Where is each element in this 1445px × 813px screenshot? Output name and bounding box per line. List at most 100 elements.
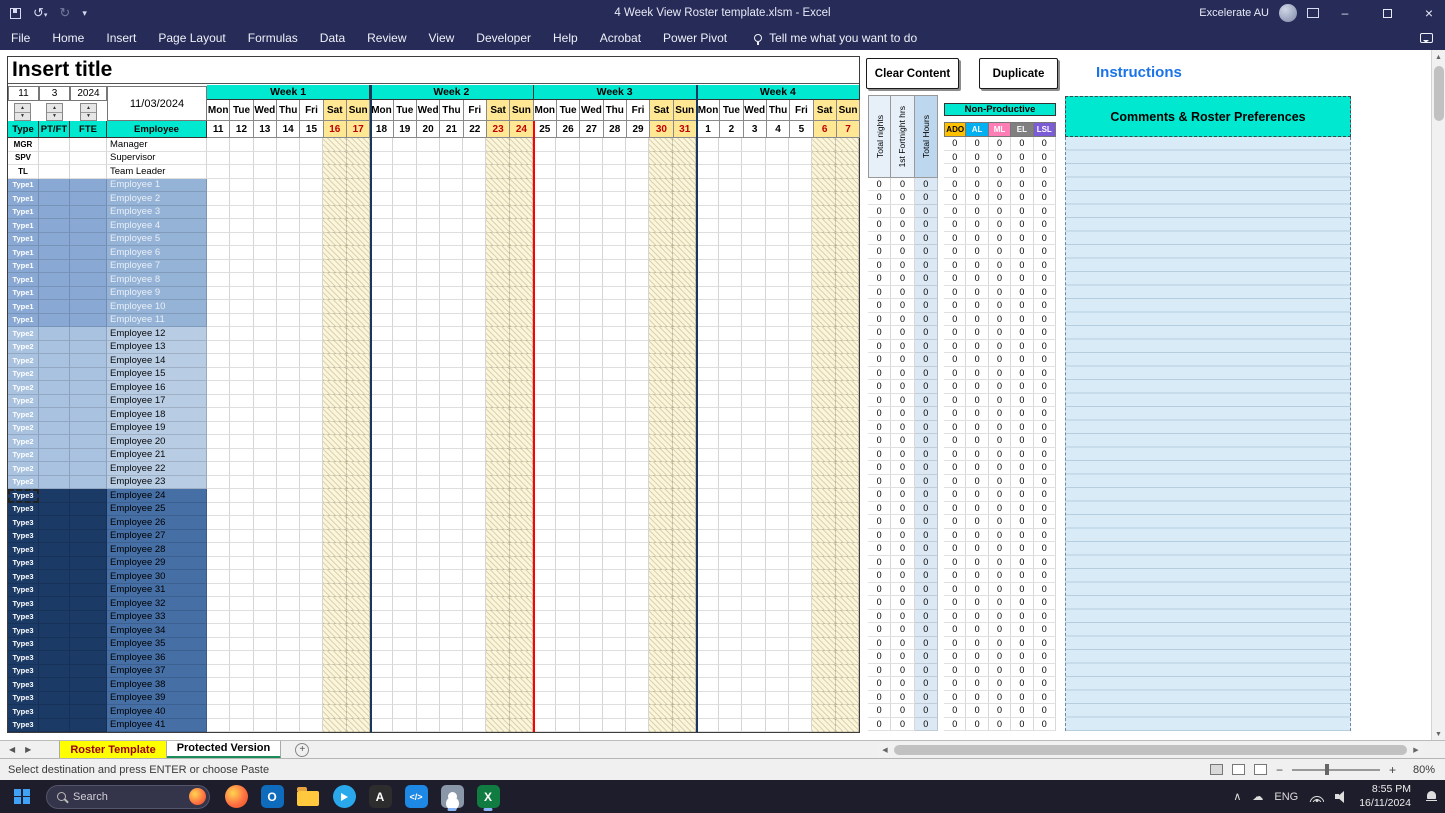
leave-value-lsl[interactable]: 0 <box>1034 596 1056 610</box>
shift-cell[interactable] <box>836 719 859 733</box>
shift-cell[interactable] <box>673 705 696 719</box>
employee-name-cell[interactable]: Employee 23 <box>107 476 207 490</box>
employee-name-cell[interactable]: Employee 18 <box>107 408 207 422</box>
shift-cell[interactable] <box>277 489 300 503</box>
shift-cell[interactable] <box>696 368 719 382</box>
shift-cell[interactable] <box>580 584 603 598</box>
shift-cell[interactable] <box>440 314 463 328</box>
shift-cell[interactable] <box>207 368 230 382</box>
fte-cell[interactable] <box>70 341 107 355</box>
shift-cell[interactable] <box>556 395 579 409</box>
type-cell[interactable]: Type1 <box>8 192 39 206</box>
shift-cell[interactable] <box>347 611 370 625</box>
leave-value-lsl[interactable]: 0 <box>1034 326 1056 340</box>
shift-cell[interactable] <box>836 368 859 382</box>
fte-cell[interactable] <box>70 368 107 382</box>
leave-value-lsl[interactable]: 0 <box>1034 367 1056 381</box>
shift-cell[interactable] <box>417 314 440 328</box>
shift-cell[interactable] <box>533 651 556 665</box>
shift-cell[interactable] <box>603 705 626 719</box>
shift-cell[interactable] <box>300 570 323 584</box>
shift-cell[interactable] <box>789 476 812 490</box>
shift-cell[interactable] <box>207 354 230 368</box>
shift-cell[interactable] <box>719 354 742 368</box>
shift-cell[interactable] <box>230 300 253 314</box>
shift-cell[interactable] <box>277 705 300 719</box>
shift-cell[interactable] <box>277 219 300 233</box>
shift-cell[interactable] <box>673 557 696 571</box>
employee-name-cell[interactable]: Employee 20 <box>107 435 207 449</box>
shift-cell[interactable] <box>789 462 812 476</box>
leave-value-al[interactable]: 0 <box>966 718 988 732</box>
shift-cell[interactable] <box>766 327 789 341</box>
leave-value-ado[interactable]: 0 <box>944 583 966 597</box>
shift-cell[interactable] <box>347 557 370 571</box>
shift-cell[interactable] <box>254 192 277 206</box>
shift-cell[interactable] <box>486 476 509 490</box>
shift-cell[interactable] <box>510 192 533 206</box>
shift-cell[interactable] <box>300 597 323 611</box>
day-name-cell[interactable]: Thu <box>604 100 627 121</box>
leave-value-el[interactable]: 0 <box>1011 164 1033 178</box>
shift-cell[interactable] <box>300 165 323 179</box>
employee-name-cell[interactable]: Employee 21 <box>107 449 207 463</box>
shift-cell[interactable] <box>347 435 370 449</box>
shift-cell[interactable] <box>603 381 626 395</box>
shift-cell[interactable] <box>556 624 579 638</box>
shift-cell[interactable] <box>812 638 835 652</box>
employee-name-cell[interactable]: Employee 14 <box>107 354 207 368</box>
shift-cell[interactable] <box>673 192 696 206</box>
ptft-cell[interactable] <box>39 408 70 422</box>
shift-cell[interactable] <box>533 557 556 571</box>
shift-cell[interactable] <box>533 611 556 625</box>
shift-cell[interactable] <box>463 408 486 422</box>
first-fortnight-value[interactable]: 0 <box>891 610 914 624</box>
shift-cell[interactable] <box>300 435 323 449</box>
shift-cell[interactable] <box>510 300 533 314</box>
sheet-nav-right-icon[interactable]: ▶ <box>25 745 31 754</box>
fte-cell[interactable] <box>70 611 107 625</box>
shift-cell[interactable] <box>696 570 719 584</box>
total-nights-value[interactable]: 0 <box>868 340 891 354</box>
day-name-cell[interactable]: Sun <box>510 100 533 121</box>
shift-cell[interactable] <box>626 354 649 368</box>
fte-cell[interactable] <box>70 354 107 368</box>
leave-value-al[interactable]: 0 <box>966 677 988 691</box>
type-cell[interactable]: Type3 <box>8 651 39 665</box>
total-nights-value[interactable]: 0 <box>868 596 891 610</box>
zoom-level[interactable]: 80% <box>1405 764 1435 776</box>
shift-cell[interactable] <box>300 449 323 463</box>
shift-cell[interactable] <box>556 516 579 530</box>
first-fortnight-value[interactable]: 0 <box>891 650 914 664</box>
fte-cell[interactable] <box>70 138 107 152</box>
shift-cell[interactable] <box>649 597 672 611</box>
employee-name-cell[interactable]: Employee 4 <box>107 219 207 233</box>
shift-cell[interactable] <box>836 638 859 652</box>
shift-cell[interactable] <box>486 273 509 287</box>
leave-value-ado[interactable]: 0 <box>944 637 966 651</box>
leave-value-lsl[interactable]: 0 <box>1034 502 1056 516</box>
day-name-cell[interactable]: Thu <box>767 100 790 121</box>
first-fortnight-value[interactable]: 0 <box>891 529 914 543</box>
employee-name-cell[interactable]: Employee 13 <box>107 341 207 355</box>
shift-cell[interactable] <box>766 219 789 233</box>
shift-cell[interactable] <box>836 543 859 557</box>
shift-cell[interactable] <box>393 395 416 409</box>
leave-value-ml[interactable]: 0 <box>989 394 1011 408</box>
shift-cell[interactable] <box>696 557 719 571</box>
shift-cell[interactable] <box>440 570 463 584</box>
shift-cell[interactable] <box>812 692 835 706</box>
shift-cell[interactable] <box>836 408 859 422</box>
shift-cell[interactable] <box>556 435 579 449</box>
leave-value-lsl[interactable]: 0 <box>1034 515 1056 529</box>
leave-value-ml[interactable]: 0 <box>989 313 1011 327</box>
leave-value-ado[interactable]: 0 <box>944 245 966 259</box>
fte-cell[interactable] <box>70 435 107 449</box>
ptft-cell[interactable] <box>39 665 70 679</box>
shift-cell[interactable] <box>323 489 346 503</box>
shift-cell[interactable] <box>766 678 789 692</box>
ptft-cell[interactable] <box>39 165 70 179</box>
shift-cell[interactable] <box>649 152 672 166</box>
leave-value-ml[interactable]: 0 <box>989 218 1011 232</box>
fte-cell[interactable] <box>70 570 107 584</box>
